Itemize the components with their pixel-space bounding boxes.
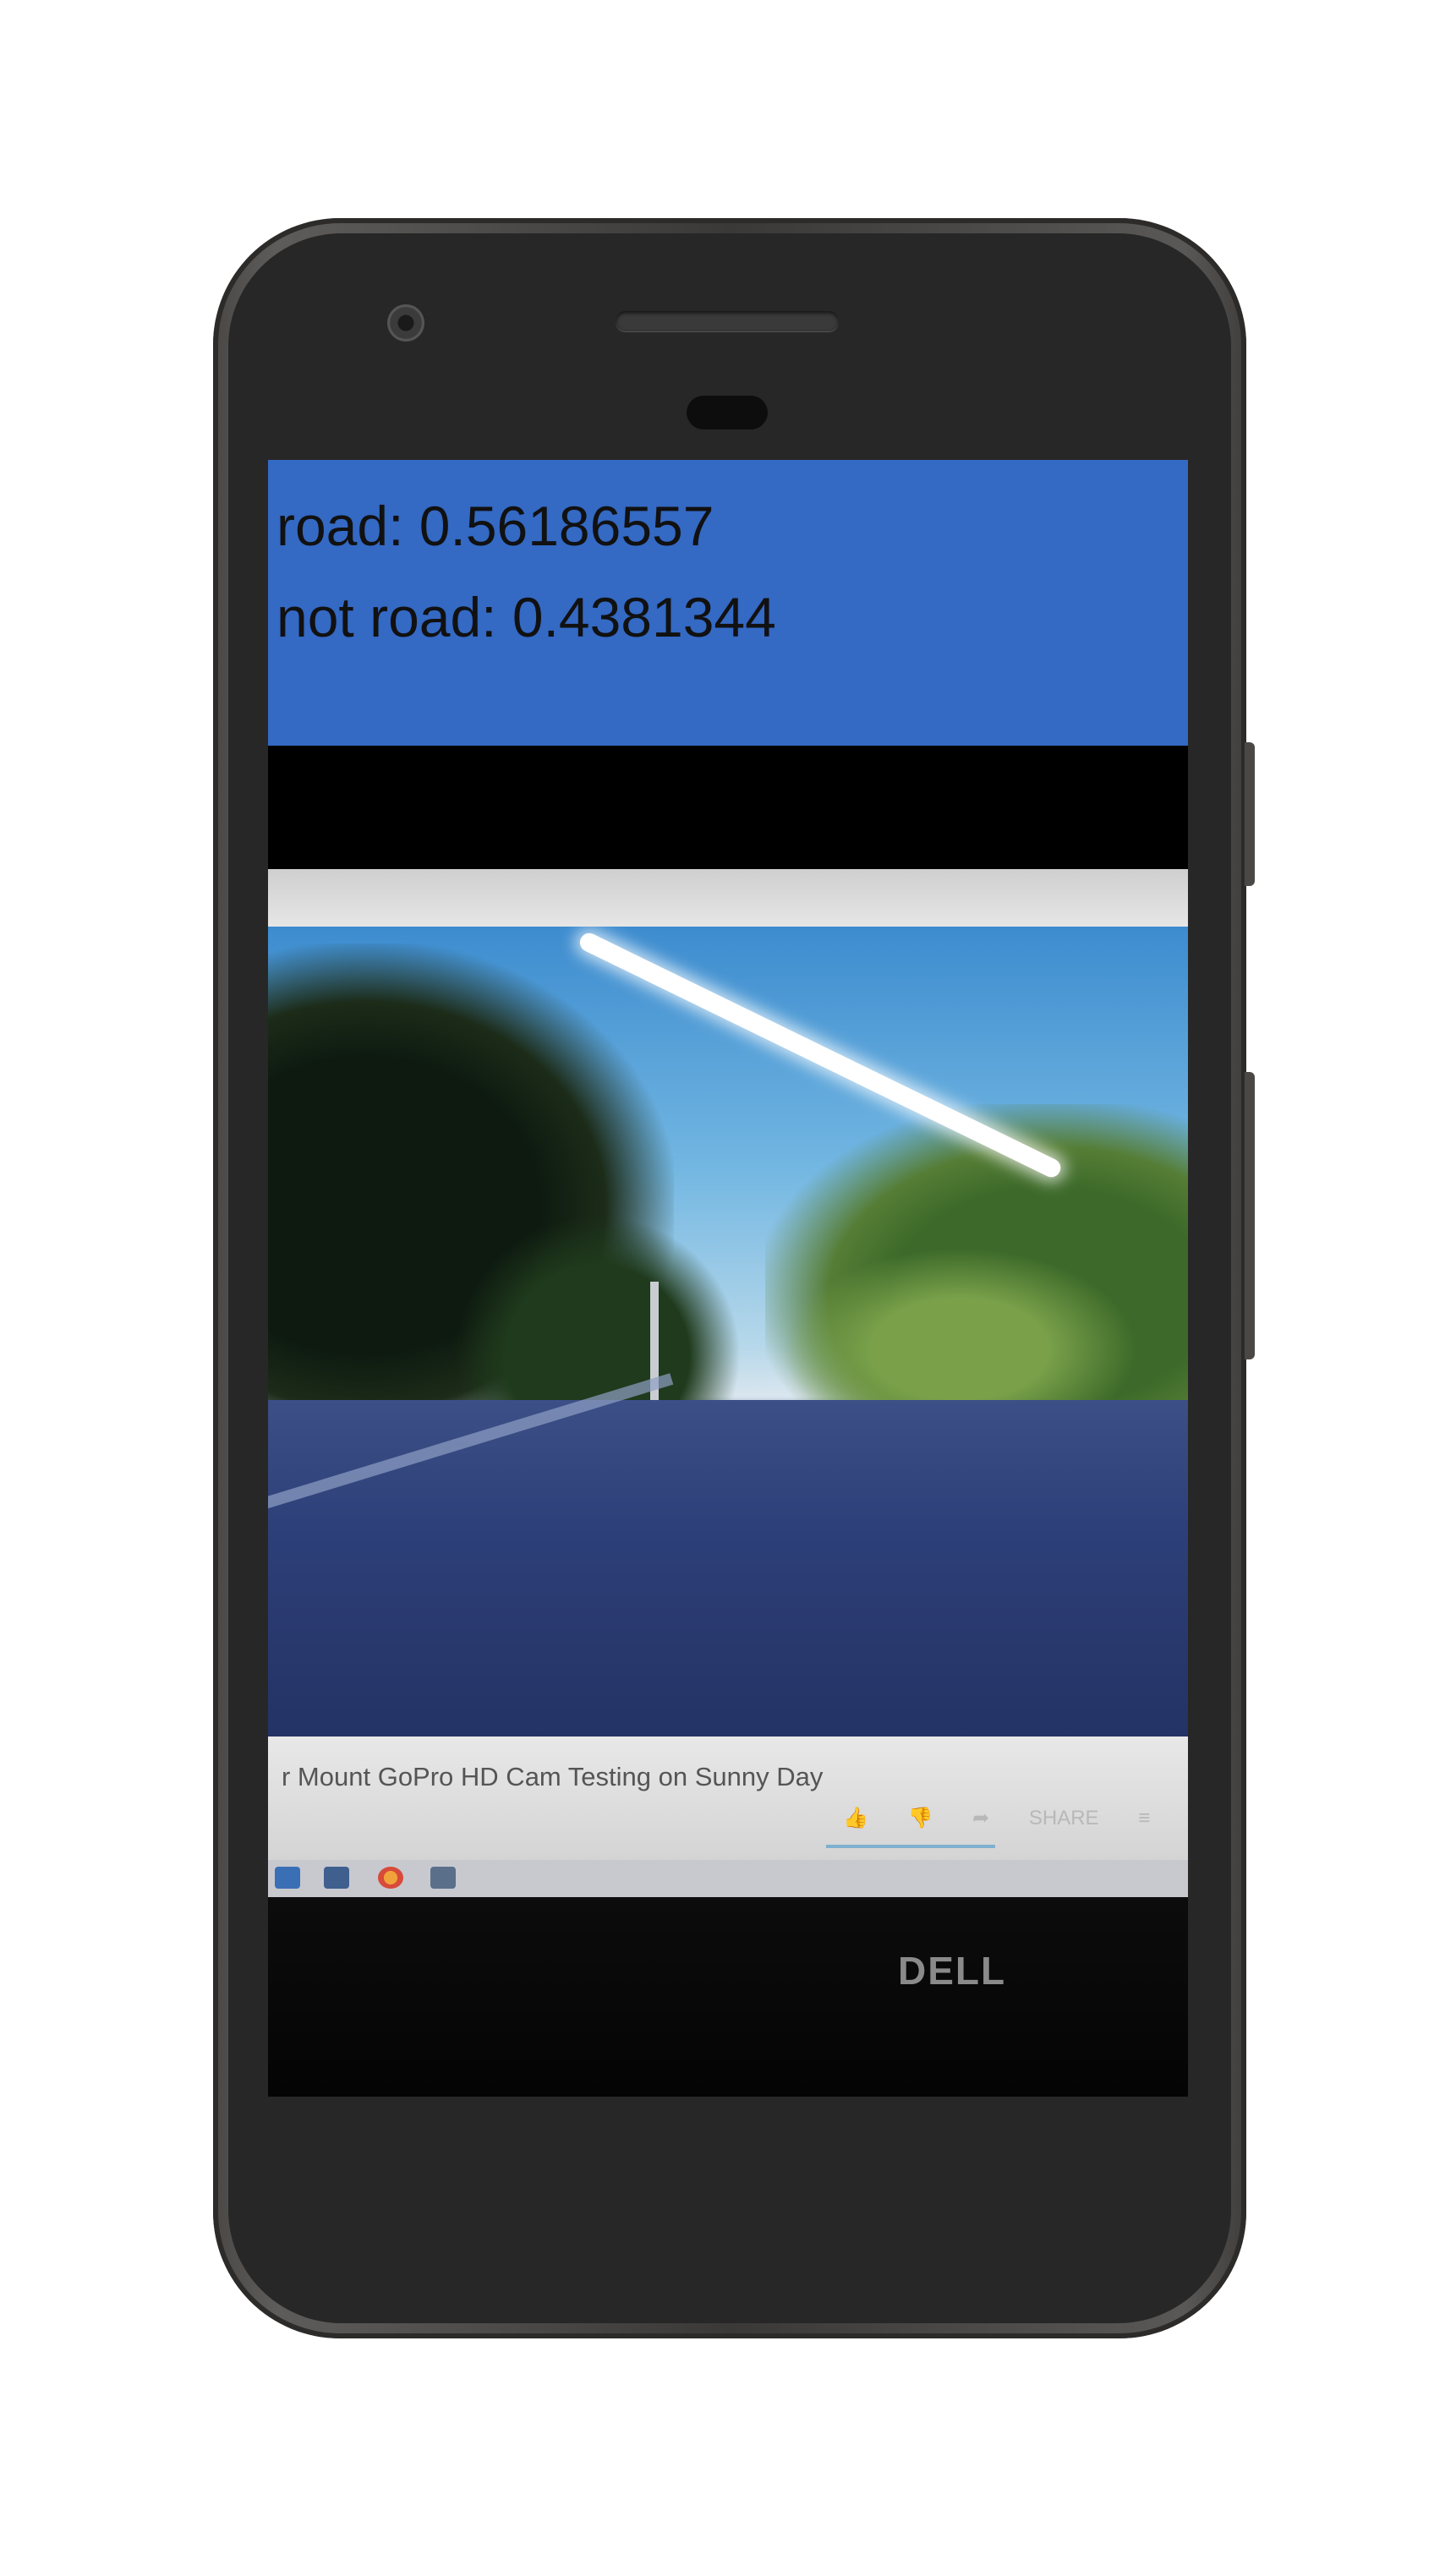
desktop-taskbar: [268, 1860, 1188, 1897]
earpiece-speaker: [616, 311, 839, 331]
power-button: [1245, 742, 1255, 886]
proximity-sensor: [687, 396, 768, 429]
video-info-bar: r Mount GoPro HD Cam Testing on Sunny Da…: [268, 1736, 1188, 1860]
app-icon: [430, 1867, 456, 1889]
classification-result-panel: road: 0.56186557 not road: 0.4381344: [268, 460, 1188, 746]
browser-icon: [378, 1867, 403, 1889]
monitor-top-edge: [268, 869, 1188, 927]
road-probability-text: road: 0.56186557: [276, 495, 714, 557]
video-title: r Mount GoPro HD Cam Testing on Sunny Da…: [282, 1762, 824, 1791]
monitor-brand-logo: DELL: [898, 1949, 1007, 1993]
windows-icon: [275, 1867, 300, 1889]
front-camera-icon: [387, 304, 424, 342]
not-road-probability-text: not road: 0.4381344: [276, 586, 776, 648]
app-screen: road: 0.56186557 not road: 0.4381344 r M…: [268, 460, 1188, 2097]
video-frame: [268, 927, 1188, 1736]
video-progress-line: [826, 1845, 995, 1848]
volume-button: [1245, 1072, 1255, 1359]
camera-preview[interactable]: r Mount GoPro HD Cam Testing on Sunny Da…: [268, 869, 1188, 2097]
road-surface: [268, 1400, 1188, 1736]
trees-right-far: [782, 1248, 1137, 1417]
video-action-icons: 👍 👎 ➦ SHARE ≡: [843, 1807, 1151, 1829]
monitor-bezel: DELL: [268, 1897, 1188, 2097]
folder-icon: [324, 1867, 349, 1889]
